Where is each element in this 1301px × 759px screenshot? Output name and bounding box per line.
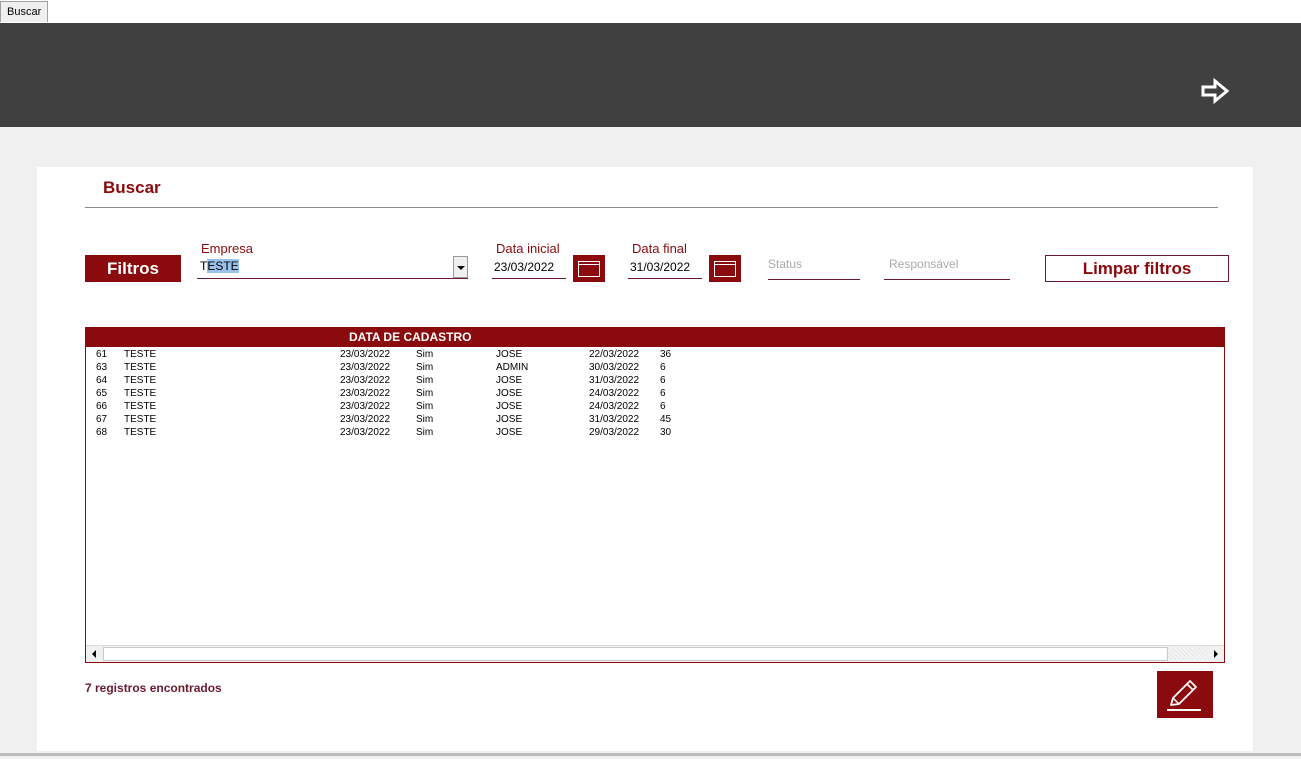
column-header-data-cadastro: DATA DE CADASTRO <box>349 330 472 344</box>
list-item[interactable]: 61 TESTE 23/03/2022 Sim JOSE 22/03/2022 36 <box>86 348 1224 361</box>
data-final-label: Data final <box>632 241 687 256</box>
list-header: DATA DE CADASTRO <box>86 328 1224 347</box>
title-divider <box>85 207 1218 208</box>
clear-filters-button[interactable]: Limpar filtros <box>1045 255 1229 282</box>
list-item[interactable]: 66 TESTE 23/03/2022 Sim JOSE 24/03/2022 6 <box>86 400 1224 413</box>
empresa-label: Empresa <box>201 241 254 256</box>
bottom-border <box>0 753 1301 756</box>
edit-button[interactable] <box>1157 671 1213 718</box>
top-bar <box>0 23 1301 127</box>
empresa-combobox[interactable]: TESTE <box>197 256 468 279</box>
list-item[interactable]: 65 TESTE 23/03/2022 Sim JOSE 24/03/2022 6 <box>86 387 1224 400</box>
list-item[interactable]: 68 TESTE 23/03/2022 Sim JOSE 29/03/2022 30 <box>86 426 1224 439</box>
responsavel-placeholder: Responsável <box>889 257 959 271</box>
list-item[interactable]: 64 TESTE 23/03/2022 Sim JOSE 31/03/2022 6 <box>86 374 1224 387</box>
results-list[interactable]: DATA DE CADASTRO 61 TESTE 23/03/2022 Sim JOS… <box>85 327 1225 663</box>
responsavel-field[interactable]: Responsável <box>884 254 1010 280</box>
scroll-right-arrow-icon[interactable] <box>1207 646 1224 662</box>
data-final-field[interactable]: 31/03/2022 <box>628 256 702 279</box>
calendar-icon <box>714 261 736 277</box>
status-placeholder: Status <box>768 257 803 271</box>
data-inicial-calendar-button[interactable] <box>573 255 605 282</box>
data-inicial-field[interactable]: 23/03/2022 <box>492 256 566 279</box>
exit-arrow-icon[interactable] <box>1200 78 1230 104</box>
tab-buscar[interactable]: Buscar <box>0 1 49 22</box>
filters-label: Filtros <box>85 255 181 282</box>
list-item[interactable]: 63 TESTE 23/03/2022 Sim ADMIN 30/03/2022 6 <box>86 361 1224 374</box>
data-inicial-value: 23/03/2022 <box>494 260 555 274</box>
scroll-left-arrow-icon[interactable] <box>86 646 103 662</box>
empresa-dropdown-button[interactable] <box>453 256 468 278</box>
empresa-value: TESTE <box>200 259 239 273</box>
list-rows: 61 TESTE 23/03/2022 Sim JOSE 22/03/2022 36 63 T… <box>86 348 1224 439</box>
list-item[interactable]: 67 TESTE 23/03/2022 Sim JOSE 31/03/2022 45 <box>86 413 1224 426</box>
horizontal-scrollbar[interactable] <box>86 645 1224 662</box>
tab-strip: Buscar <box>0 0 1301 23</box>
page-title: Buscar <box>103 178 161 197</box>
scroll-track[interactable] <box>1168 647 1207 661</box>
data-inicial-label: Data inicial <box>496 241 560 256</box>
calendar-icon <box>578 261 600 277</box>
data-final-value: 31/03/2022 <box>630 260 691 274</box>
status-field[interactable]: Status <box>768 254 860 280</box>
scroll-thumb[interactable] <box>103 647 1168 661</box>
records-count: 7 registros encontrados <box>85 681 222 695</box>
pencil-icon <box>1167 680 1201 711</box>
data-final-calendar-button[interactable] <box>709 255 741 282</box>
